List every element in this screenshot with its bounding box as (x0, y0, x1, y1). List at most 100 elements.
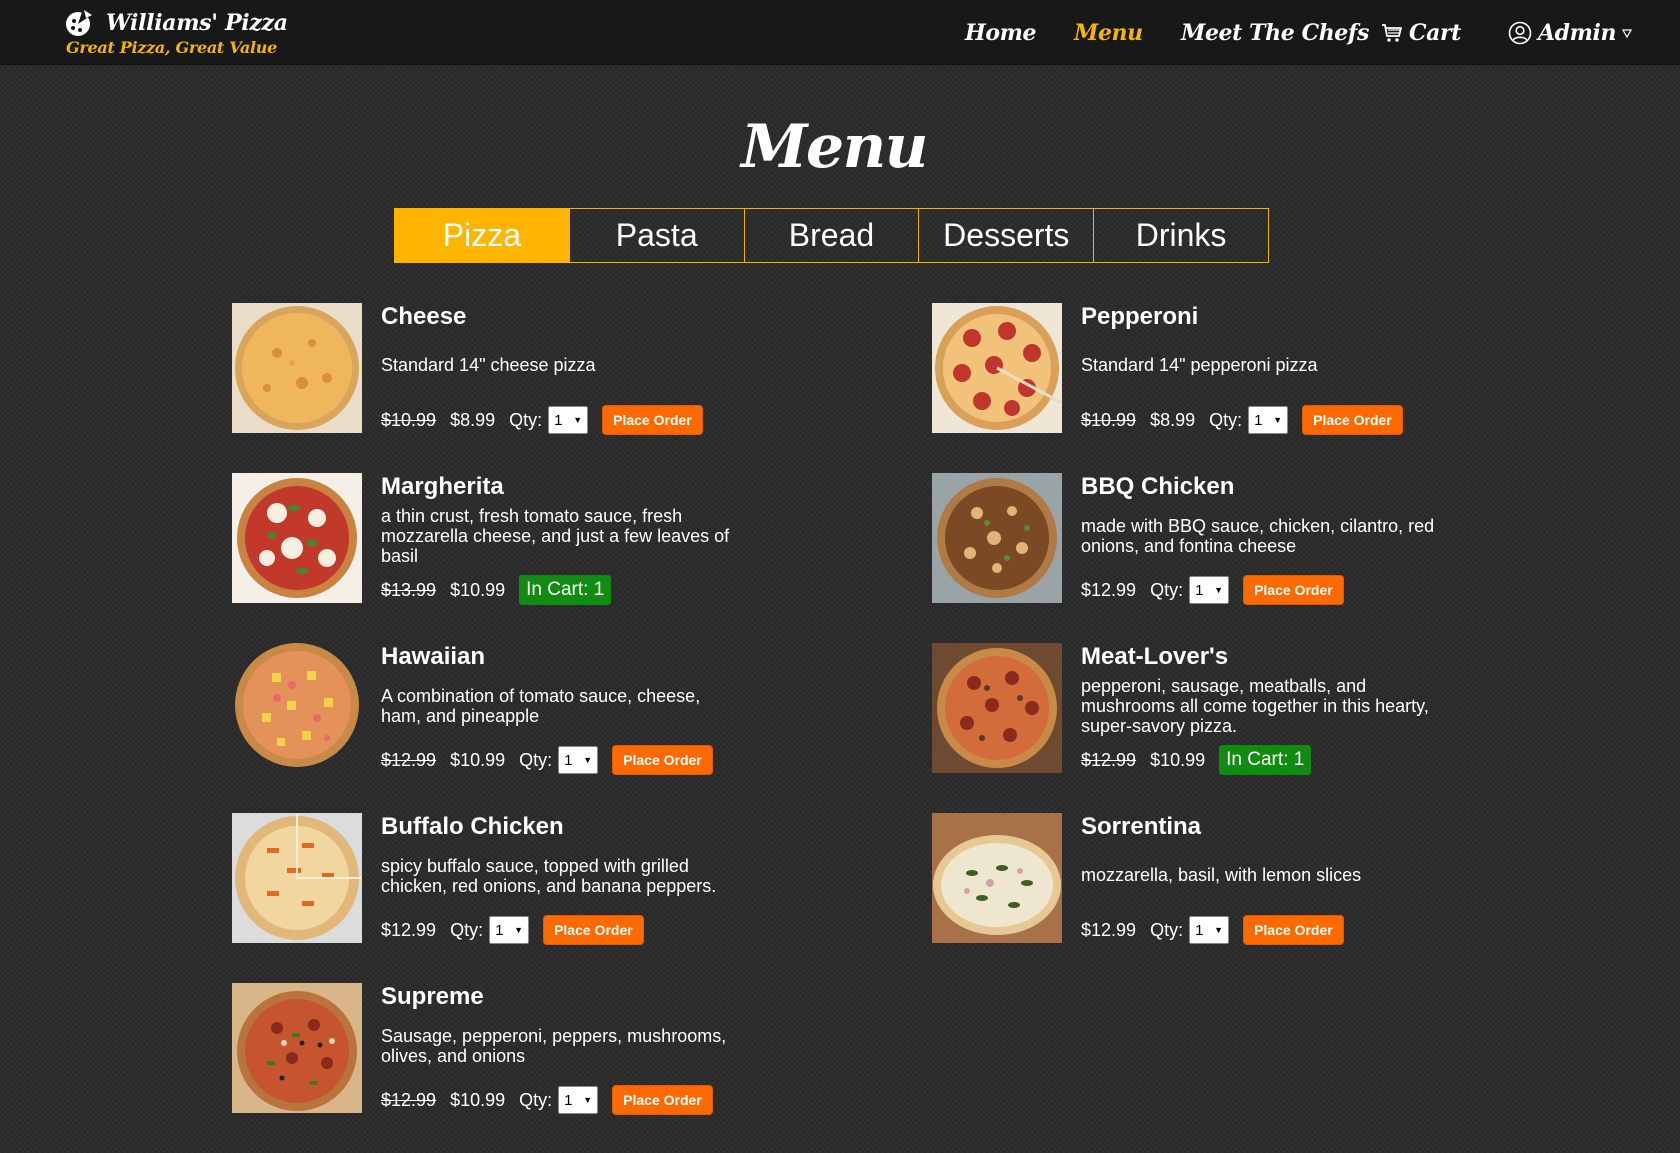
qty-value: 1 (1195, 921, 1204, 939)
sale-price: $10.99 (450, 749, 506, 770)
qty-select[interactable]: 1 ▼ (558, 746, 599, 774)
price-row: $12.99 $10.99 Qty: 1 ▼ Place Order (381, 1085, 713, 1115)
tab-pizza[interactable]: Pizza (395, 209, 570, 262)
sale-price: $10.99 (450, 579, 506, 600)
cart-icon (1382, 24, 1402, 42)
nav-menu-label: Menu (1074, 20, 1143, 46)
meat-lovers-pizza-image (932, 643, 1062, 773)
menu-item-cheese: Cheese Standard 14" cheese pizza $10.99 … (232, 303, 892, 435)
qty-group: Qty: 1 ▼ (1150, 576, 1230, 604)
item-description: spicy buffalo sauce, topped with grilled… (381, 856, 717, 896)
tab-drinks[interactable]: Drinks (1094, 209, 1268, 262)
caret-down-icon: ▼ (583, 1095, 593, 1105)
original-price: $10.99 (1081, 409, 1137, 430)
item-description: A combination of tomato sauce, cheese, h… (381, 686, 701, 726)
buffalo-chicken-pizza-image (232, 813, 362, 943)
menu-item-margherita: Margherita a thin crust, fresh tomato sa… (232, 473, 892, 605)
qty-value: 1 (554, 411, 563, 429)
qty-label: Qty: (519, 749, 553, 770)
user-circle-icon (1508, 21, 1532, 45)
caret-down-icon (1622, 29, 1633, 38)
qty-select[interactable]: 1 ▼ (1189, 916, 1230, 944)
qty-group: Qty: 1 ▼ (1150, 916, 1230, 944)
place-order-button[interactable]: Place Order (1302, 405, 1403, 435)
caret-down-icon: ▼ (1214, 585, 1224, 595)
place-order-button[interactable]: Place Order (612, 1085, 713, 1115)
sorrentina-pizza-image (932, 813, 1062, 943)
margherita-pizza-image (232, 473, 362, 603)
original-price: $10.99 (381, 409, 437, 430)
nav-menu[interactable]: Menu (1074, 18, 1143, 48)
original-price: $12.99 (381, 749, 437, 770)
brand[interactable]: Williams' Pizza Great Pizza, Great Value (64, 6, 304, 60)
item-description: Standard 14" pepperoni pizza (1081, 355, 1318, 375)
qty-value: 1 (1254, 411, 1263, 429)
sale-price: $8.99 (1150, 409, 1196, 430)
qty-group: Qty: 1 ▼ (450, 916, 530, 944)
place-order-button[interactable]: Place Order (1243, 915, 1344, 945)
item-description: a thin crust, fresh tomato sauce, fresh … (381, 506, 730, 566)
item-name: Supreme (381, 983, 484, 1010)
nav-cart-label: Cart (1409, 20, 1461, 46)
item-name: Cheese (381, 303, 467, 330)
nav-chefs-label: Meet The Chefs (1181, 20, 1369, 46)
nav-meet-the-chefs[interactable]: Meet The Chefs (1181, 18, 1369, 48)
page-title: Menu (741, 112, 928, 182)
item-name: Hawaiian (381, 643, 486, 670)
sale-price: $10.99 (450, 1089, 506, 1110)
qty-value: 1 (564, 751, 573, 769)
category-tabs: Pizza Pasta Bread Desserts Drinks (394, 208, 1269, 263)
price: $12.99 (381, 919, 437, 940)
qty-label: Qty: (1150, 919, 1184, 940)
qty-select[interactable]: 1 ▼ (1248, 406, 1289, 434)
price: $12.99 (1081, 579, 1137, 600)
brand-tagline: Great Pizza, Great Value (66, 38, 277, 57)
in-cart-badge: In Cart: 1 (519, 575, 612, 605)
cheese-pizza-image (232, 303, 362, 433)
item-name: Meat-Lover's (1081, 643, 1229, 670)
item-name: Sorrentina (1081, 813, 1202, 840)
price-row: $12.99 $10.99 In Cart: 1 (1081, 745, 1312, 775)
hawaiian-pizza-image (232, 643, 362, 773)
qty-label: Qty: (450, 919, 484, 940)
menu-item-meat-lovers: Meat-Lover's pepperoni, sausage, meatbal… (932, 643, 1592, 775)
tab-pasta[interactable]: Pasta (570, 209, 745, 262)
caret-down-icon: ▼ (514, 925, 524, 935)
tab-desserts[interactable]: Desserts (919, 209, 1095, 262)
place-order-button[interactable]: Place Order (543, 915, 644, 945)
price-row: $10.99 $8.99 Qty: 1 ▼ Place Order (1081, 405, 1403, 435)
caret-down-icon: ▼ (583, 755, 593, 765)
nav-home[interactable]: Home (965, 18, 1037, 48)
menu-item-bbq-chicken: BBQ Chicken made with BBQ sauce, chicken… (932, 473, 1592, 605)
nav-admin-label: Admin (1538, 20, 1617, 46)
nav-cart[interactable]: Cart (1381, 18, 1461, 48)
original-price: $13.99 (381, 579, 437, 600)
qty-select[interactable]: 1 ▼ (1189, 576, 1230, 604)
qty-select[interactable]: 1 ▼ (489, 916, 530, 944)
qty-select[interactable]: 1 ▼ (548, 406, 589, 434)
place-order-button[interactable]: Place Order (602, 405, 703, 435)
nav-admin-dropdown[interactable]: Admin (1508, 18, 1633, 48)
price-row: $10.99 $8.99 Qty: 1 ▼ Place Order (381, 405, 703, 435)
nav-home-label: Home (965, 20, 1037, 46)
brand-name: Williams' Pizza (106, 10, 288, 36)
price-row: $12.99 Qty: 1 ▼ Place Order (381, 915, 644, 945)
tab-bread[interactable]: Bread (745, 209, 920, 262)
menu-item-buffalo-chicken: Buffalo Chicken spicy buffalo sauce, top… (232, 813, 892, 945)
qty-label: Qty: (519, 1089, 553, 1110)
bbq-chicken-pizza-image (932, 473, 1062, 603)
qty-value: 1 (495, 921, 504, 939)
caret-down-icon: ▼ (1214, 925, 1224, 935)
supreme-pizza-image (232, 983, 362, 1113)
place-order-button[interactable]: Place Order (1243, 575, 1344, 605)
qty-select[interactable]: 1 ▼ (558, 1086, 599, 1114)
price-row: $12.99 $10.99 Qty: 1 ▼ Place Order (381, 745, 713, 775)
qty-value: 1 (564, 1091, 573, 1109)
item-description: made with BBQ sauce, chicken, cilantro, … (1081, 516, 1435, 556)
in-cart-badge: In Cart: 1 (1219, 745, 1312, 775)
sale-price: $10.99 (1150, 749, 1206, 770)
place-order-button[interactable]: Place Order (612, 745, 713, 775)
item-description: pepperoni, sausage, meatballs, and mushr… (1081, 676, 1429, 736)
qty-group: Qty: 1 ▼ (519, 1086, 599, 1114)
price-row: $12.99 Qty: 1 ▼ Place Order (1081, 915, 1344, 945)
